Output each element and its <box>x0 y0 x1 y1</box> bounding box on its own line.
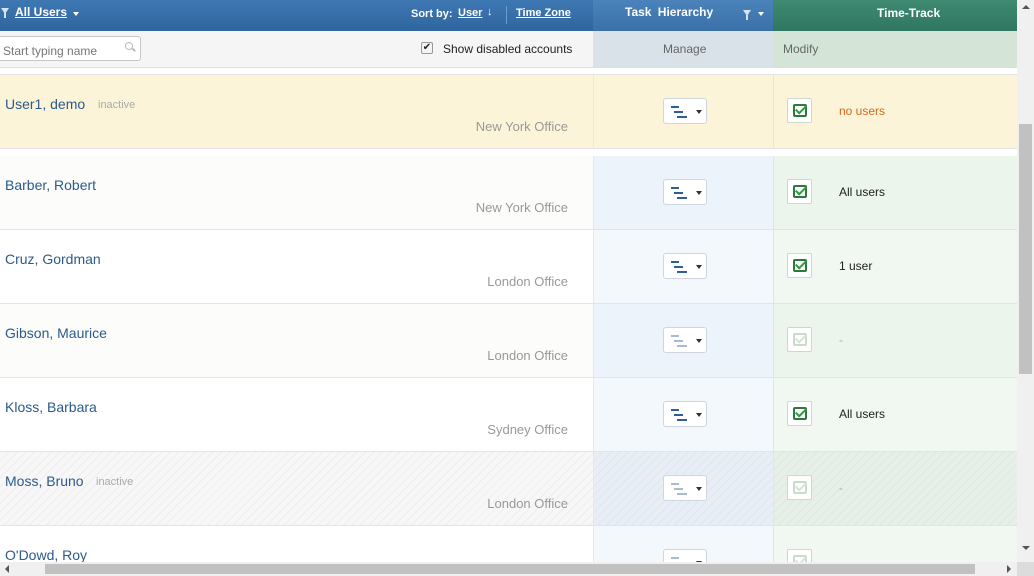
sort-timezone-link[interactable]: Time Zone <box>516 7 571 19</box>
time-track-title: Time-Track <box>877 6 941 20</box>
hierarchy-dropdown-button[interactable] <box>663 98 707 124</box>
modify-timetrack-button[interactable] <box>787 253 812 278</box>
office-label: Sydney Office <box>487 422 568 437</box>
chevron-down-icon[interactable] <box>73 12 79 16</box>
users-header: All Users Sort by: User ↓ Time Zone <box>0 0 593 31</box>
modify-label: Modify <box>783 42 819 56</box>
timetrack-scope: no users <box>839 104 886 118</box>
sort-user-link[interactable]: User <box>458 7 482 19</box>
modify-timetrack-button[interactable] <box>787 549 812 562</box>
chevron-down-icon <box>696 413 702 417</box>
user-list: User1, demo inactive New York Office no … <box>0 68 1017 562</box>
office-label: London Office <box>487 348 568 363</box>
hierarchy-dropdown-button[interactable] <box>663 401 707 427</box>
search-input[interactable] <box>0 36 141 61</box>
hierarchy-dropdown-button[interactable] <box>663 475 707 501</box>
office-label: London Office <box>487 274 568 289</box>
hierarchy-dropdown-button[interactable] <box>663 253 707 279</box>
user-name-link[interactable]: Cruz, Gordman <box>5 251 101 267</box>
hierarchy-icon <box>671 261 689 273</box>
timetrack-scope: - <box>839 333 843 347</box>
time-track-subheader: Modify <box>773 31 1017 68</box>
office-label: New York Office <box>475 119 568 134</box>
horizontal-scrollbar[interactable] <box>0 562 1017 576</box>
modify-timetrack-button[interactable] <box>787 327 812 352</box>
check-icon <box>793 185 807 198</box>
hierarchy-dropdown-button[interactable] <box>663 549 707 562</box>
show-disabled-label[interactable]: Show disabled accounts <box>443 42 572 56</box>
timetrack-scope: - <box>839 555 843 562</box>
task-hierarchy-subheader: Manage <box>593 31 773 68</box>
chevron-down-icon <box>696 110 702 114</box>
hierarchy-icon <box>671 409 689 421</box>
users-filter-dropdown[interactable]: All Users <box>15 5 67 19</box>
timetrack-scope: - <box>839 481 843 495</box>
table-row[interactable]: Barber, Robert New York Office All users <box>0 156 1017 230</box>
check-icon <box>793 259 807 272</box>
task-hierarchy-title: Task Hierarchy <box>625 5 714 19</box>
filter-icon[interactable] <box>1 8 9 18</box>
hierarchy-icon <box>671 483 689 495</box>
header-divider <box>506 6 507 24</box>
inactive-badge: inactive <box>96 476 134 488</box>
users-toolbar: ✔ Show disabled accounts <box>0 31 593 68</box>
sort-by-label: Sort by: <box>411 8 453 20</box>
table-row[interactable]: Kloss, Barbara Sydney Office All users <box>0 378 1017 452</box>
timetrack-scope: All users <box>839 407 886 421</box>
chevron-down-icon[interactable] <box>758 12 764 16</box>
office-label: London Office <box>487 496 568 511</box>
user-admin-app: All Users Sort by: User ↓ Time Zone Task… <box>0 0 1034 576</box>
user-name-link[interactable]: Gibson, Maurice <box>5 325 107 341</box>
user-name-link[interactable]: Moss, Bruno <box>5 473 84 489</box>
horizontal-scroll-thumb[interactable] <box>45 564 975 574</box>
show-disabled-checkbox[interactable]: ✔ <box>421 42 433 54</box>
scroll-down-icon[interactable] <box>1022 546 1030 550</box>
table-row[interactable]: Gibson, Maurice London Office - <box>0 304 1017 378</box>
user-name-link[interactable]: O'Dowd, Roy <box>5 547 87 562</box>
scroll-right-icon[interactable] <box>1007 565 1011 573</box>
search-icon[interactable] <box>125 42 133 50</box>
inactive-badge: inactive <box>98 99 136 111</box>
modify-timetrack-button[interactable] <box>787 98 812 123</box>
check-icon <box>793 104 807 117</box>
scroll-left-icon[interactable] <box>5 565 9 573</box>
hierarchy-dropdown-button[interactable] <box>663 179 707 205</box>
chevron-down-icon <box>696 191 702 195</box>
check-icon <box>793 407 807 420</box>
scroll-up-icon[interactable] <box>1022 5 1030 9</box>
table-row[interactable]: Moss, Bruno inactive London Office - <box>0 452 1017 526</box>
hierarchy-icon <box>671 106 689 118</box>
table-row[interactable]: O'Dowd, Roy - <box>0 526 1017 562</box>
hierarchy-dropdown-button[interactable] <box>663 327 707 353</box>
modify-timetrack-button[interactable] <box>787 475 812 500</box>
hierarchy-icon <box>671 187 689 199</box>
user-name-link[interactable]: User1, demo <box>5 96 85 112</box>
vertical-scrollbar[interactable] <box>1017 0 1034 562</box>
office-label: New York Office <box>475 200 568 215</box>
chevron-down-icon <box>696 487 702 491</box>
filter-icon[interactable] <box>743 10 751 20</box>
modify-timetrack-button[interactable] <box>787 401 812 426</box>
timetrack-scope: All users <box>839 185 886 199</box>
time-track-header: Time-Track <box>773 0 1017 31</box>
chevron-down-icon <box>696 265 702 269</box>
manage-label: Manage <box>663 42 707 56</box>
user-name-link[interactable]: Kloss, Barbara <box>5 399 97 415</box>
table-row[interactable]: User1, demo inactive New York Office no … <box>0 75 1017 149</box>
check-icon <box>793 555 807 562</box>
user-name-link[interactable]: Barber, Robert <box>5 177 96 193</box>
sort-descending-icon[interactable]: ↓ <box>487 6 493 18</box>
check-icon <box>793 333 807 346</box>
hierarchy-icon <box>671 335 689 347</box>
chevron-down-icon <box>696 339 702 343</box>
check-icon <box>793 481 807 494</box>
modify-timetrack-button[interactable] <box>787 179 812 204</box>
table-row[interactable]: Cruz, Gordman London Office 1 user <box>0 230 1017 304</box>
timetrack-scope: 1 user <box>839 259 873 273</box>
task-hierarchy-header: Task Hierarchy <box>593 0 773 31</box>
scrollbar-corner <box>1017 562 1034 576</box>
vertical-scroll-thumb[interactable] <box>1019 124 1032 374</box>
